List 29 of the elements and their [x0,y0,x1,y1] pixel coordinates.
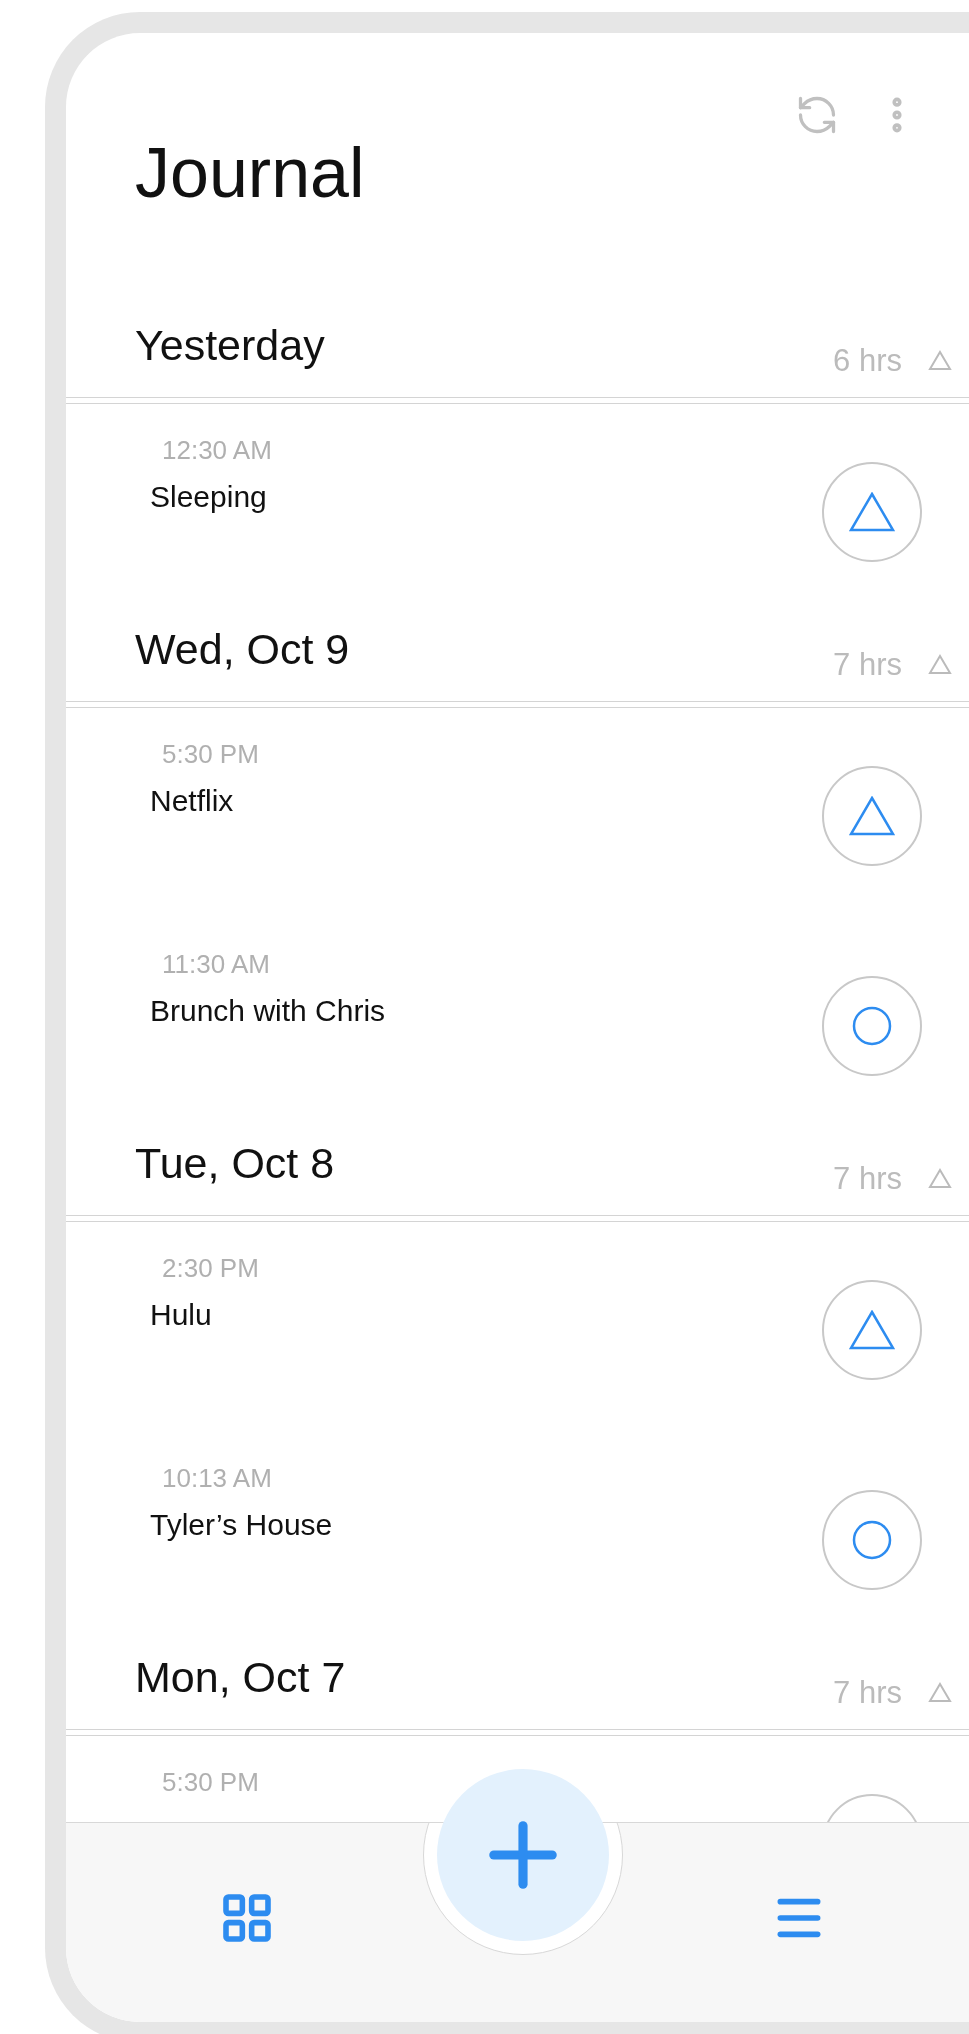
triangle-icon [928,1168,952,1189]
triangle-icon [849,492,895,532]
section-date: Mon, Oct 7 [135,1656,347,1699]
section-date: Tue, Oct 8 [135,1142,336,1185]
triangle-icon [928,1682,952,1703]
triangle-icon [849,796,895,836]
section-hours: 6 hrs [833,345,902,376]
entry-time: 11:30 AM [162,948,270,980]
section-hours: 7 hrs [833,649,902,680]
entry-name: Netflix [150,783,234,819]
triangle-icon [928,654,952,675]
circle-icon [852,1006,892,1046]
triangle-icon [849,1310,895,1350]
entry-time: 12:30 AM [162,434,272,466]
entry-time: 10:13 AM [162,1462,272,1494]
entry-name: Hulu [150,1297,212,1333]
entry-name: Brunch with Chris [150,993,386,1029]
entry-time: 5:30 PM [162,738,259,770]
entry-time: 2:30 PM [162,1252,259,1284]
triangle-icon [928,350,952,371]
section-hours: 7 hrs [833,1163,902,1194]
entry-name: Sleeping [150,479,267,515]
page-title: Journal [135,138,366,208]
entry-name: Tyler’s House [150,1507,333,1543]
section-date: Yesterday [135,324,326,367]
section-hours: 7 hrs [833,1677,902,1708]
section-date: Wed, Oct 9 [135,628,351,671]
circle-icon [852,1520,892,1560]
entry-time: 5:30 PM [162,1766,259,1798]
